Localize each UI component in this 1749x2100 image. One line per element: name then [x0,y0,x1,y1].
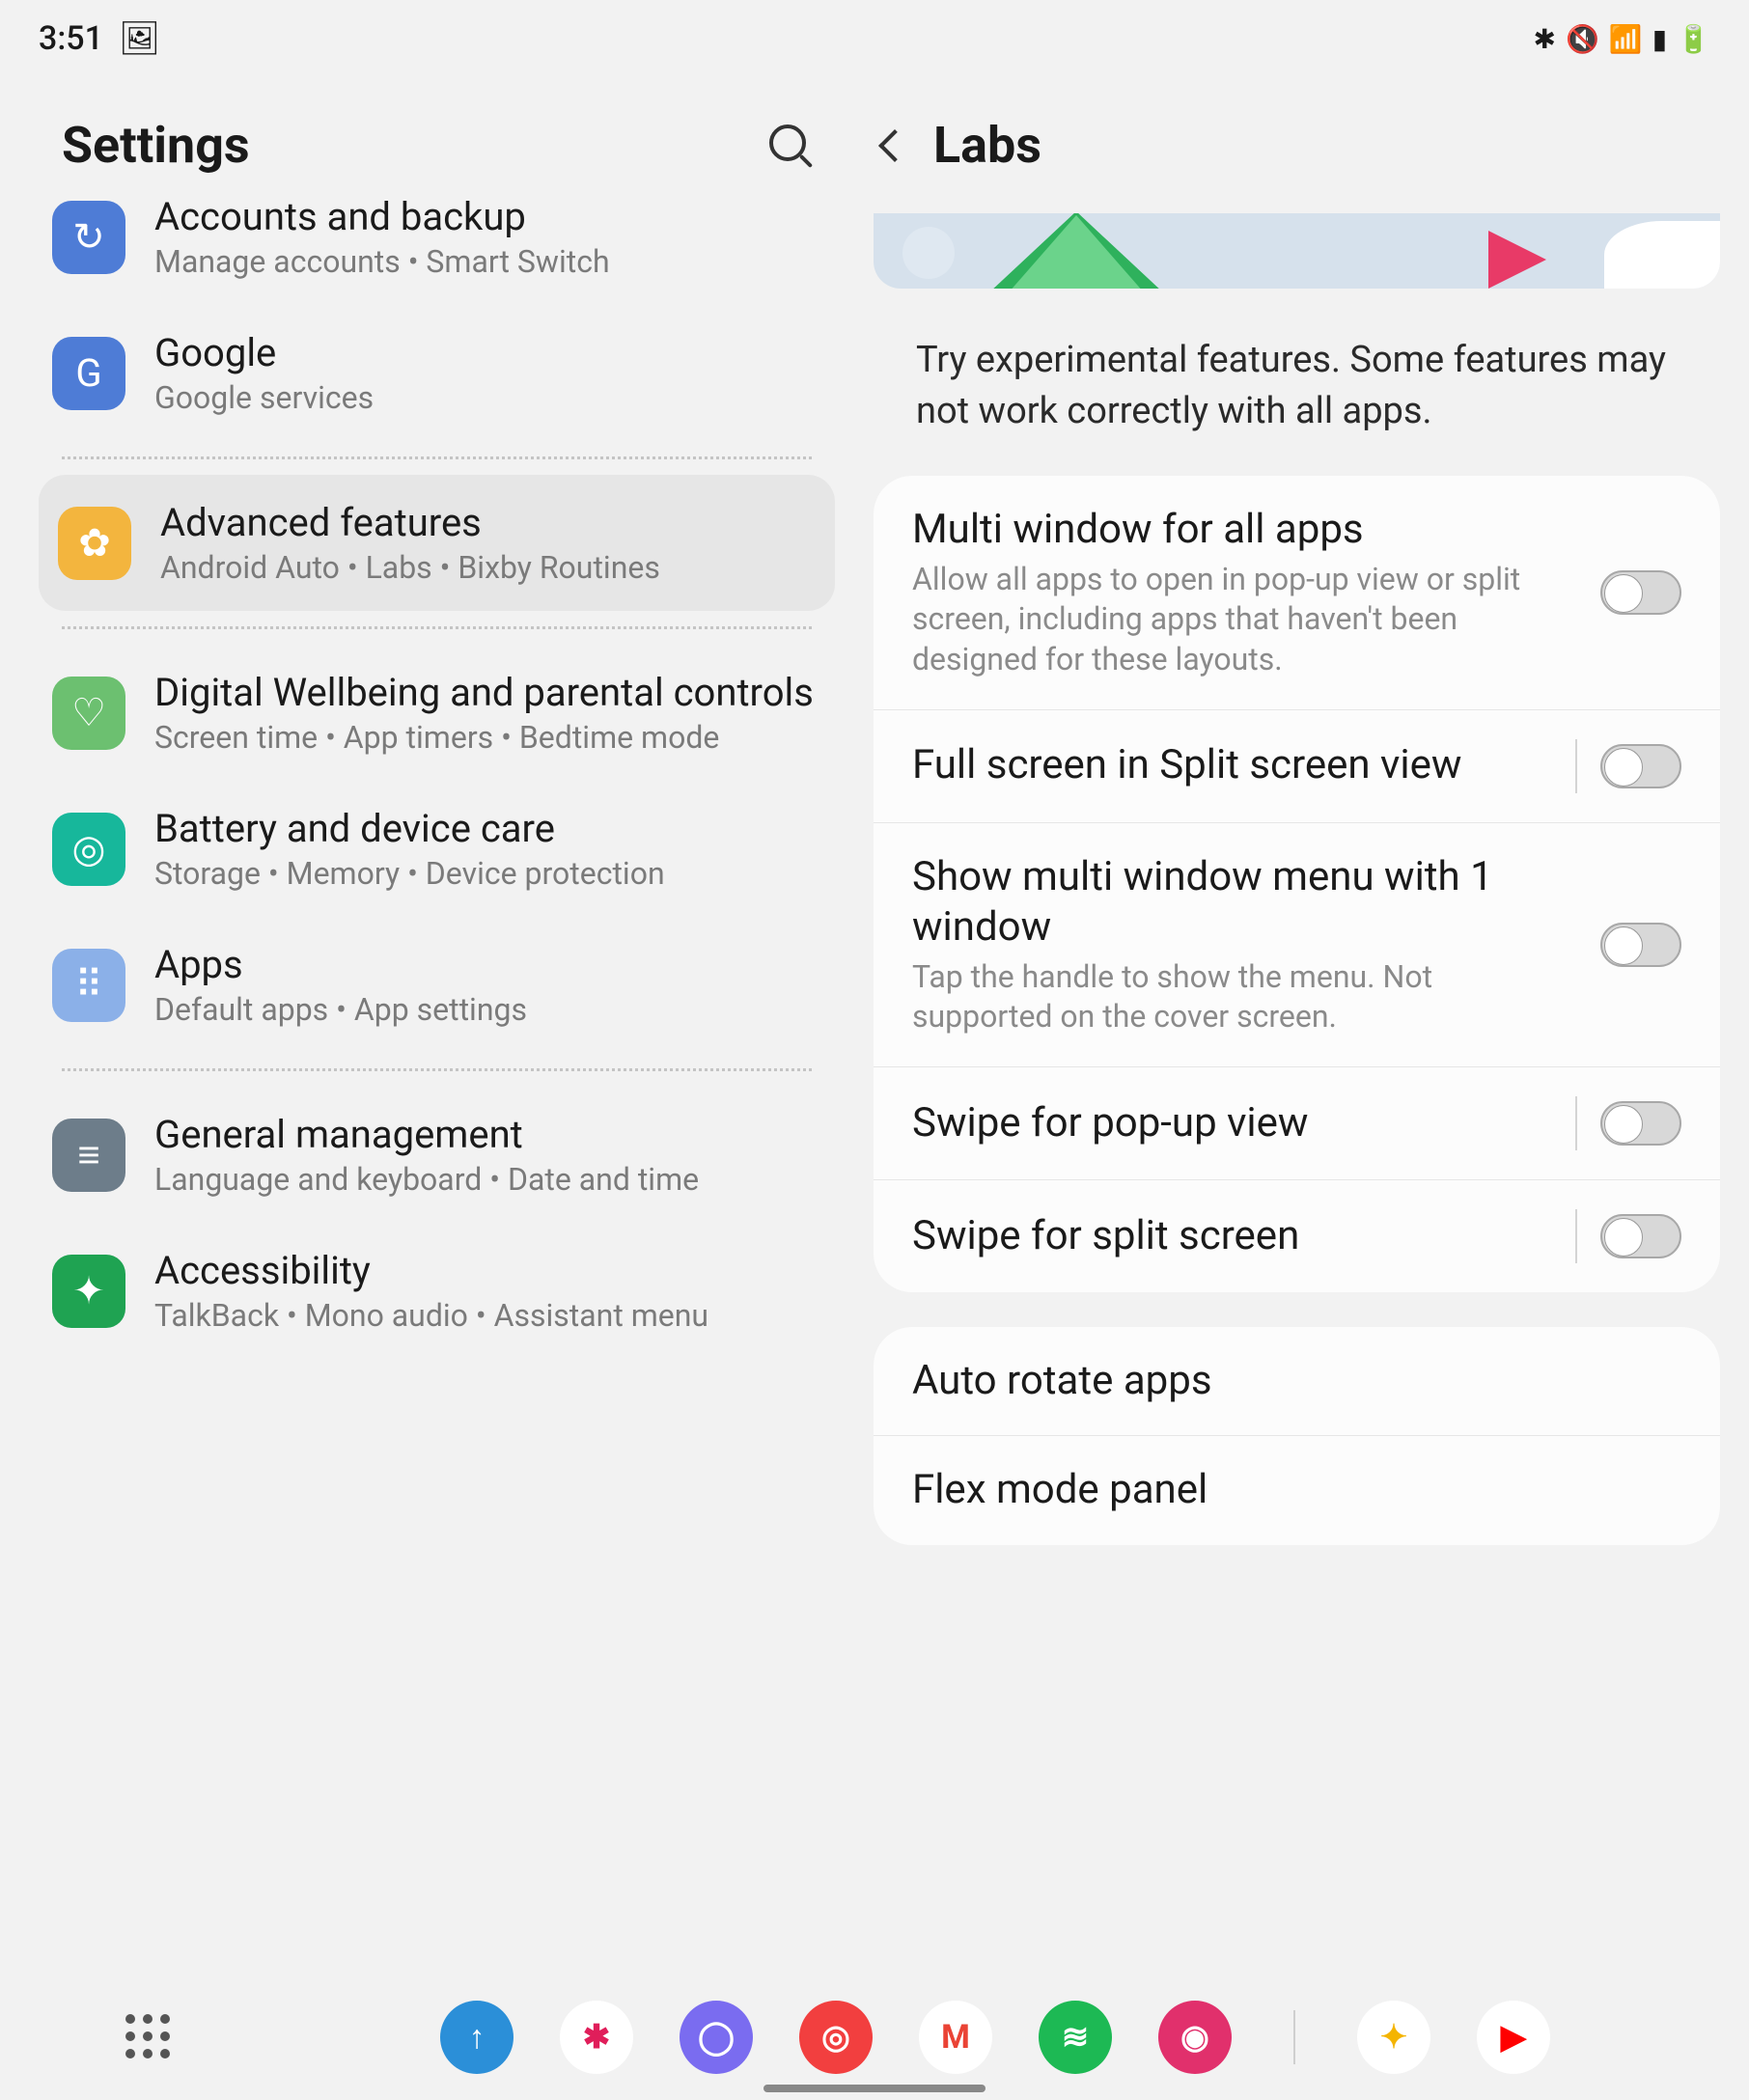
sidebar-item-subtitle: Default apps • App settings [154,991,821,1028]
search-icon[interactable] [769,124,812,167]
signal-icon: ▮ [1652,23,1667,55]
wellbeing-icon: ♡ [52,677,125,750]
labs-item-title: Swipe for pop-up view [912,1098,1552,1149]
labs-item-title: Full screen in Split screen view [912,740,1552,791]
labs-item-full-screen-split[interactable]: Full screen in Split screen view [874,710,1720,823]
toggle-full-screen-split[interactable] [1600,744,1681,788]
sidebar-item-battery[interactable]: ◎ Battery and device care Storage • Memory… [33,781,841,917]
bluetooth-icon: ✱ [1533,23,1555,55]
sidebar-item-subtitle: Screen time • App timers • Bedtime mode [154,719,821,756]
sidebar-item-advanced[interactable]: ✿ Advanced features Android Auto • Labs • … [39,475,835,611]
dock-app-pocketcasts[interactable]: ◎ [799,2001,873,2074]
settings-panel: Settings ↻ Accounts and backup Manage acco… [0,77,874,1975]
sidebar-item-label: Accounts and backup [154,194,821,239]
toggle-multi-window-all[interactable] [1600,570,1681,615]
sidebar-item-label: Apps [154,942,821,987]
labs-item-title: Auto rotate apps [912,1356,1681,1407]
mute-icon: 🔇 [1566,23,1599,55]
toggle-swipe-split[interactable] [1600,1214,1681,1258]
labs-item-multi-window-menu[interactable]: Show multi window menu with 1 windowTap … [874,823,1720,1067]
labs-item-title: Show multi window menu with 1 window [912,852,1577,953]
back-icon[interactable] [878,129,911,162]
divider [62,456,812,459]
toggle-multi-window-menu[interactable] [1600,923,1681,967]
labs-item-auto-rotate[interactable]: Auto rotate apps [874,1327,1720,1437]
dock-app-photos[interactable]: ✦ [1357,2001,1430,2074]
toggle-swipe-popup[interactable] [1600,1101,1681,1146]
vertical-separator [1575,739,1577,793]
labs-item-subtitle: Allow all apps to open in pop-up view or… [912,560,1577,680]
wifi-icon: 📶 [1609,23,1643,55]
sidebar-item-general[interactable]: ≡ General management Language and keyboard… [33,1087,841,1223]
dock-app-spotify[interactable]: ≋ [1039,2001,1112,2074]
sidebar-item-subtitle: Manage accounts • Smart Switch [154,243,821,280]
sidebar-item-accounts[interactable]: ↻ Accounts and backup Manage accounts • Sm… [33,194,841,305]
labs-item-title: Multi window for all apps [912,505,1577,556]
battery-icon: ◎ [52,813,125,886]
general-icon: ≡ [52,1119,125,1192]
dock-app-slack[interactable]: ✱ [560,2001,633,2074]
sidebar-item-apps[interactable]: ⠿ Apps Default apps • App settings [33,917,841,1053]
sidebar-item-label: Advanced features [160,500,816,545]
labs-hero-banner [874,213,1720,289]
vertical-separator [1575,1209,1577,1263]
vertical-separator [1575,1096,1577,1150]
dock: ↑ ✱ ◯ ◎ M ≋ ◉ ✦ ▶ [0,1975,1749,2100]
labs-item-subtitle: Tap the handle to show the menu. Not sup… [912,957,1577,1037]
dock-app-gmail[interactable]: M [919,2001,992,2074]
labs-panel: Labs Try experimental features. Some fea… [874,77,1747,1975]
google-icon: G [52,337,125,410]
sidebar-item-label: Google [154,330,821,375]
labs-card: Multi window for all appsAllow all apps … [874,476,1720,1291]
labs-card: Auto rotate apps Flex mode panel [874,1327,1720,1545]
labs-item-swipe-popup[interactable]: Swipe for pop-up view [874,1067,1720,1180]
sidebar-item-label: Battery and device care [154,806,821,851]
sidebar-item-subtitle: Android Auto • Labs • Bixby Routines [160,549,816,586]
dock-app-upload[interactable]: ↑ [440,2001,514,2074]
sidebar-item-subtitle: Language and keyboard • Date and time [154,1161,821,1198]
sidebar-item-google[interactable]: G Google Google services [33,305,841,441]
sidebar-item-subtitle: Google services [154,379,821,416]
sidebar-item-label: Accessibility [154,1248,821,1293]
divider [62,626,812,629]
sidebar-item-subtitle: Storage • Memory • Device protection [154,855,821,892]
sidebar-item-wellbeing[interactable]: ♡ Digital Wellbeing and parental controls… [33,645,841,781]
battery-icon: 🔋 [1677,23,1710,55]
screenshot-icon: 🖼 [119,19,160,58]
home-indicator[interactable] [763,2085,986,2092]
page-title-labs: Labs [933,116,1041,175]
apps-drawer-icon[interactable] [125,2014,172,2060]
advanced-icon: ✿ [58,507,131,580]
labs-item-multi-window-all[interactable]: Multi window for all appsAllow all apps … [874,476,1720,709]
sidebar-item-label: General management [154,1112,821,1157]
page-title-settings: Settings [62,116,250,175]
labs-item-flex-mode[interactable]: Flex mode panel [874,1436,1720,1545]
sidebar-item-subtitle: TalkBack • Mono audio • Assistant menu [154,1297,821,1334]
labs-item-swipe-split[interactable]: Swipe for split screen [874,1180,1720,1292]
accessibility-icon: ✦ [52,1255,125,1328]
apps-icon: ⠿ [52,949,125,1022]
sidebar-item-label: Digital Wellbeing and parental controls [154,670,821,715]
divider [62,1068,812,1071]
dock-app-instagram[interactable]: ◉ [1158,2001,1232,2074]
dock-separator [1293,2010,1295,2064]
status-time: 3:51 [39,19,103,58]
sidebar-item-accessibility[interactable]: ✦ Accessibility TalkBack • Mono audio • As… [33,1223,841,1359]
dock-app-browser[interactable]: ◯ [680,2001,753,2074]
labs-item-title: Flex mode panel [912,1465,1681,1516]
dock-app-youtube[interactable]: ▶ [1477,2001,1550,2074]
labs-item-title: Swipe for split screen [912,1211,1552,1262]
labs-description: Try experimental features. Some features… [874,312,1720,476]
status-bar: 3:51 🖼 ✱ 🔇 📶 ▮ 🔋 [0,0,1749,77]
accounts-icon: ↻ [52,201,125,274]
